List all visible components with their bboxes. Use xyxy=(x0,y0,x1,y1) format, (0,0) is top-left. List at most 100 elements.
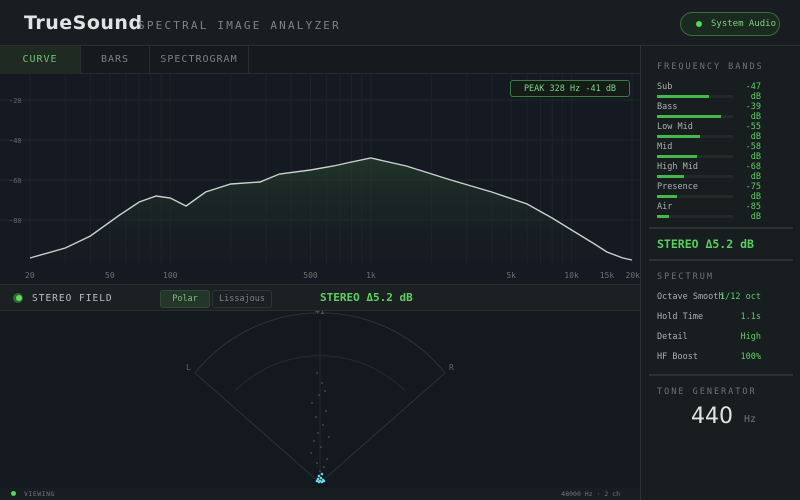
band-meter-fill xyxy=(657,175,685,178)
stereo-dot xyxy=(324,390,326,392)
band-meter xyxy=(657,95,733,98)
tab-spectrogram[interactable]: SPECTROGRAM xyxy=(150,46,249,74)
setting-label: HF Boost xyxy=(657,352,698,362)
band-low-mid: Low Mid -55 dB xyxy=(657,122,761,142)
band-meter xyxy=(657,135,733,138)
band-value: -39 dB xyxy=(745,102,761,122)
divider xyxy=(649,374,793,376)
band-meter-fill xyxy=(657,135,701,138)
band-name: Sub xyxy=(657,82,673,92)
setting-value: High xyxy=(740,332,761,342)
x-tick-label: 15k xyxy=(600,271,615,280)
setting-value: 100% xyxy=(740,352,761,362)
x-tick-label: 10k xyxy=(564,271,579,280)
tone-generator-title: TONE GENERATOR xyxy=(657,387,757,397)
band-name: Low Mid xyxy=(657,122,693,132)
setting-label: Octave Smooth xyxy=(657,292,724,302)
spectrum-area xyxy=(30,158,632,260)
band-air: Air -85 dB xyxy=(657,202,761,222)
stereo-dot xyxy=(328,436,330,438)
status-bar: VIEWING 48000 Hz · 2 ch xyxy=(0,488,640,500)
audio-source-label: System Audio xyxy=(711,19,777,29)
tab-curve[interactable]: CURVE xyxy=(0,46,81,74)
lissajous-mode-button[interactable]: Lissajous xyxy=(212,290,272,308)
setting-label: Detail xyxy=(657,332,688,342)
tone-frequency-value[interactable]: 440 xyxy=(691,404,733,429)
band-sub: Sub -47 dB xyxy=(657,82,761,102)
stereo-dot xyxy=(320,446,322,448)
polar-mode-button[interactable]: Polar xyxy=(160,290,210,308)
band-meter xyxy=(657,175,733,178)
band-value: -58 dB xyxy=(745,142,761,162)
stereo-delta-readout: STEREO Δ5.2 dB xyxy=(320,291,413,304)
polar-left-label: L xyxy=(186,363,191,372)
app-title: TrueSound xyxy=(24,12,143,34)
polar-top-label: +1 xyxy=(315,311,325,316)
side-panel: FREQUENCY BANDS Sub -47 dB Bass -39 dB L… xyxy=(640,46,800,500)
band-meter xyxy=(657,215,733,218)
band-meter-fill xyxy=(657,155,697,158)
y-tick-label: -60 xyxy=(9,177,22,185)
stereo-dot xyxy=(316,372,318,374)
band-name: Bass xyxy=(657,102,678,112)
stereo-dot xyxy=(325,410,327,412)
x-tick-label: 1k xyxy=(366,271,376,280)
spectrum-settings-title: SPECTRUM xyxy=(657,272,714,282)
divider xyxy=(649,259,793,261)
band-mid: Mid -58 dB xyxy=(657,142,761,162)
band-meter-fill xyxy=(657,115,721,118)
band-name: Presence xyxy=(657,182,698,192)
app-subtitle: SPECTRAL IMAGE ANALYZER xyxy=(138,19,341,32)
polar-line-right xyxy=(319,372,446,484)
status-dot-icon xyxy=(11,491,16,496)
stereo-dot xyxy=(323,466,325,468)
stereo-dot xyxy=(316,462,318,464)
audio-source-button[interactable]: System Audio xyxy=(680,12,780,36)
band-name: High Mid xyxy=(657,162,698,172)
stereo-dot xyxy=(320,472,324,476)
stereo-dot xyxy=(315,479,319,483)
stereo-dot xyxy=(322,424,324,426)
app-header: TrueSound SPECTRAL IMAGE ANALYZER System… xyxy=(0,0,800,46)
stereo-toggle[interactable] xyxy=(13,293,23,303)
stereo-dot xyxy=(321,382,323,384)
status-left: VIEWING xyxy=(24,490,55,498)
stereo-dot xyxy=(319,470,321,472)
stereo-dot xyxy=(326,458,328,460)
x-tick-label: 500 xyxy=(303,271,318,280)
setting-value: 1.1s xyxy=(740,312,761,322)
x-tick-label: 20k xyxy=(626,271,640,280)
stereo-polar-view[interactable]: +1 L R xyxy=(0,311,640,488)
band-bass: Bass -39 dB xyxy=(657,102,761,122)
band-name: Air xyxy=(657,202,673,212)
status-right: 48000 Hz · 2 ch xyxy=(561,490,620,498)
band-value: -85 dB xyxy=(745,202,761,222)
band-value: -68 dB xyxy=(745,162,761,182)
band-presence: Presence -75 dB xyxy=(657,182,761,202)
x-tick-label: 50 xyxy=(105,271,115,280)
status-dot-icon xyxy=(696,21,702,27)
stereo-field-label: STEREO FIELD xyxy=(32,293,113,304)
setting-label: Hold Time xyxy=(657,312,704,322)
y-tick-label: -20 xyxy=(9,97,22,105)
stereo-dot xyxy=(322,479,326,483)
band-high-mid: High Mid -68 dB xyxy=(657,162,761,182)
y-tick-label: -40 xyxy=(9,137,22,145)
spectrum-chart[interactable]: -20 -40 -60 -80 20 50 100 500 1k 5k 10k 15k 20k PEA… xyxy=(0,74,640,284)
tone-frequency-unit: Hz xyxy=(744,414,757,425)
stereo-dot xyxy=(310,452,312,454)
stereo-dot xyxy=(315,416,317,418)
spectrum-svg: -20 -40 -60 -80 20 50 100 500 1k 5k 10k 15k 20k xyxy=(0,74,640,280)
band-value: -47 dB xyxy=(745,82,761,102)
stereo-dot xyxy=(318,394,320,396)
setting-value: 1/12 oct xyxy=(720,292,761,302)
divider xyxy=(649,227,793,229)
peak-badge: PEAK 328 Hz -41 dB xyxy=(510,80,630,97)
y-tick-label: -80 xyxy=(9,217,22,225)
band-value: -55 dB xyxy=(745,122,761,142)
stereo-dot xyxy=(313,440,315,442)
stereo-dot xyxy=(319,476,323,480)
tab-bars[interactable]: BARS xyxy=(81,46,150,74)
view-tabs: CURVE BARS SPECTROGRAM xyxy=(0,46,640,74)
bands-title: FREQUENCY BANDS xyxy=(657,62,764,72)
